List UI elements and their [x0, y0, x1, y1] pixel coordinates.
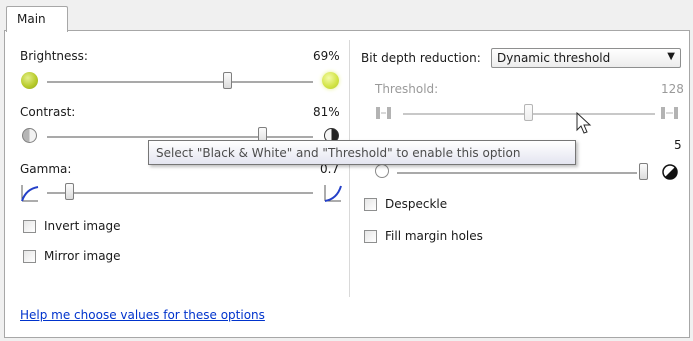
gamma-label: Gamma: — [20, 162, 72, 176]
second-slider-value: 5 — [674, 138, 682, 152]
contrast-low-icon — [22, 128, 37, 143]
mouse-cursor-icon — [576, 112, 592, 134]
bit-depth-select[interactable]: Dynamic threshold ▼ — [491, 48, 681, 68]
brightness-label: Brightness: — [20, 49, 88, 63]
threshold-value: 128 — [661, 82, 684, 96]
mirror-image-label[interactable]: Mirror image — [44, 249, 121, 263]
gamma-high-icon — [324, 185, 342, 202]
contrast-label: Contrast: — [20, 105, 76, 119]
bit-depth-selected-value: Dynamic threshold — [497, 51, 611, 65]
controls-layer: Brightness: 69% Contrast: 81% Gamma: 0.7… — [0, 0, 693, 341]
brightness-value: 69% — [313, 49, 340, 63]
second-slider-track[interactable] — [397, 172, 637, 175]
dropdown-arrow-icon[interactable]: ▼ — [667, 51, 675, 62]
threshold-high-icon — [661, 107, 678, 119]
threshold-slider-thumb[interactable] — [524, 104, 533, 121]
threshold-low-icon — [376, 107, 391, 119]
help-link[interactable]: Help me choose values for these options — [20, 308, 265, 322]
fill-margin-holes-checkbox[interactable] — [364, 230, 377, 243]
second-slider-thumb[interactable] — [639, 163, 648, 180]
gamma-low-icon — [21, 185, 39, 202]
brightness-high-icon — [322, 72, 339, 89]
fill-margin-holes-label[interactable]: Fill margin holes — [385, 229, 483, 243]
bit-depth-label: Bit depth reduction: — [361, 51, 481, 65]
contrast-value: 81% — [313, 105, 340, 119]
second-slider-low-icon — [375, 164, 389, 178]
brightness-slider-thumb[interactable] — [223, 72, 232, 89]
brightness-low-icon — [21, 72, 38, 89]
threshold-label: Threshold: — [375, 82, 439, 96]
second-slider-high-icon — [662, 164, 678, 180]
tooltip-text: Select "Black & White" and "Threshold" t… — [156, 146, 521, 160]
despeckle-label[interactable]: Despeckle — [385, 197, 447, 211]
mirror-image-checkbox[interactable] — [23, 250, 36, 263]
tooltip: Select "Black & White" and "Threshold" t… — [148, 140, 576, 165]
invert-image-checkbox[interactable] — [23, 220, 36, 233]
brightness-track[interactable] — [47, 81, 313, 84]
invert-image-label[interactable]: Invert image — [44, 219, 120, 233]
contrast-track[interactable] — [47, 136, 313, 139]
gamma-track[interactable] — [47, 192, 313, 195]
gamma-slider-thumb[interactable] — [65, 183, 74, 200]
despeckle-checkbox[interactable] — [364, 198, 377, 211]
